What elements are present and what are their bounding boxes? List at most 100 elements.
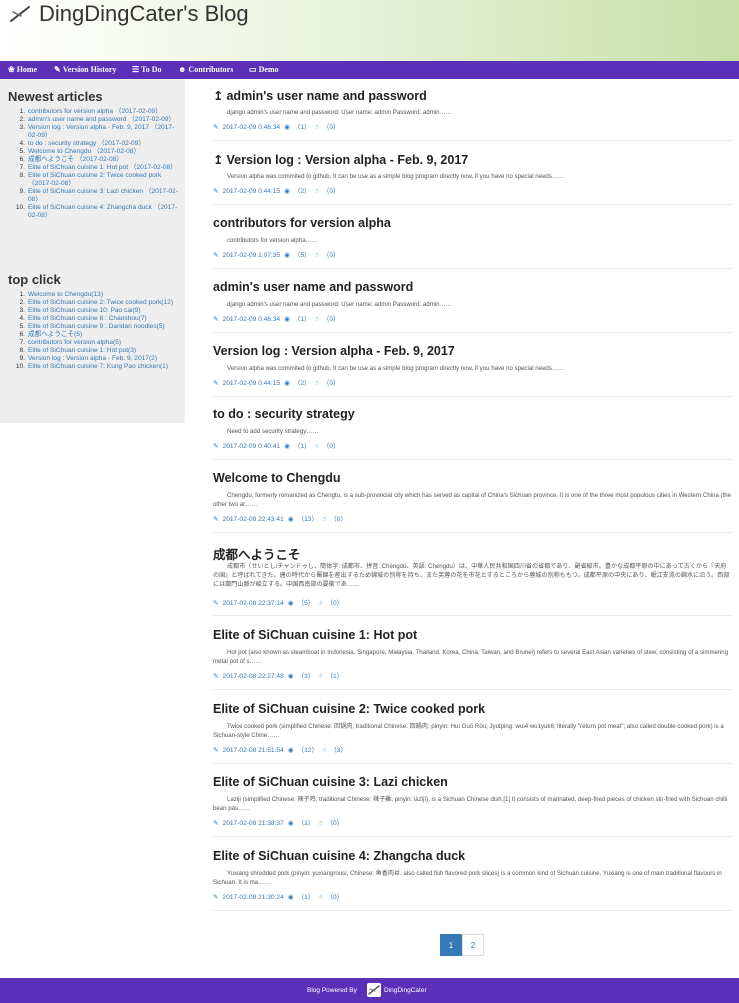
article-title[interactable]: to do : security strategy	[213, 407, 355, 421]
edit-icon: ✎	[213, 124, 219, 131]
article-title[interactable]: admin's user name and password	[213, 280, 413, 294]
edit-icon: ✎	[213, 443, 219, 450]
list-item[interactable]: 5. Elite of SiChuan cuisine 9 : Dandan no…	[8, 323, 180, 331]
article-item: ↥ admin's user name and password django ad…	[213, 88, 732, 141]
views-icon: ◉	[284, 188, 290, 195]
article-views: （5）	[293, 252, 311, 259]
article-views: （1）	[297, 820, 315, 827]
like-icon[interactable]: ☝	[315, 443, 319, 450]
article-meta: ✎ 2017-02-08 21:51:54 ◉ （12） ☝ （3）	[213, 744, 351, 754]
article-summary: Version alpha was commited to github. It…	[227, 173, 565, 180]
like-icon[interactable]: ☝	[318, 673, 322, 680]
article-date: 2017-02-09 0:44:15	[222, 380, 281, 387]
list-item[interactable]: 9. Elite of SiChuan cuisine 3: Lazi chick…	[8, 188, 180, 204]
nav-contributors[interactable]: ☻ Contributors	[178, 61, 233, 79]
article-views: （1）	[297, 894, 315, 901]
list-item[interactable]: 10. Elite of SiChuan cuisine 4: Zhangcha …	[8, 204, 180, 220]
views-icon: ◉	[284, 252, 290, 259]
list-item[interactable]: 6. 成都へようこそ(5)	[8, 331, 180, 339]
newest-articles-heading: Newest articles	[8, 89, 103, 104]
article-title[interactable]: contributors for version alpha	[213, 216, 391, 230]
article-meta: ✎ 2017-02-09 0:44:15 ◉ （2） ☝ （0）	[213, 185, 344, 195]
like-icon[interactable]: ☝	[315, 124, 319, 131]
like-icon[interactable]: ☝	[318, 894, 322, 901]
list-item[interactable]: 5. Welcome to Chengdu （2017-02-08）	[8, 148, 180, 156]
list-item[interactable]: 7. contributors for version alpha(5)	[8, 339, 180, 347]
list-item[interactable]: 8. Elite of SiChuan cuisine 1: Hot pot(3)	[8, 347, 180, 355]
list-item[interactable]: 1. Welcome to Chengdu(13)	[8, 291, 180, 299]
article-item: ↥ Version log : Version alpha - Feb. 9, 2…	[213, 152, 732, 205]
list-item[interactable]: 4. to do : security strategy （2017-02-09）	[8, 140, 180, 148]
like-icon[interactable]: ☝	[322, 747, 326, 754]
article-date: 2017-02-08 21:38:37	[222, 820, 284, 827]
site-header: DingDingCater's Blog	[0, 0, 739, 61]
site-title[interactable]: DingDingCater's Blog	[39, 1, 249, 27]
article-title[interactable]: Elite of SiChuan cuisine 2: Twice cooked…	[213, 702, 485, 716]
article-summary: django admin's user name and password: U…	[227, 301, 452, 308]
views-icon: ◉	[284, 124, 290, 131]
list-item[interactable]: 8. Elite of SiChuan cuisine 2: Twice cook…	[8, 172, 180, 188]
nav-home[interactable]: ❀ Home	[8, 61, 37, 79]
article-title[interactable]: ↥ admin's user name and password	[213, 88, 427, 103]
article-meta: ✎ 2017-02-09 0:46:34 ◉ （1） ☝ （0）	[213, 121, 344, 131]
like-icon[interactable]: ☝	[322, 516, 326, 523]
edit-icon: ✎	[213, 600, 219, 607]
article-likes: （0）	[330, 516, 347, 523]
article-summary: Version alpha was commited to github. It…	[227, 365, 565, 372]
views-icon: ◉	[284, 316, 290, 323]
list-item[interactable]: 4. Elite of SiChuan cuisine 8 : Chaoshou(…	[8, 315, 180, 323]
like-icon[interactable]: ☝	[318, 820, 322, 827]
article-item: Elite of SiChuan cuisine 2: Twice cooked…	[213, 702, 732, 764]
article-date: 2017-02-08 21:30:24	[222, 894, 284, 901]
views-icon: ◉	[287, 894, 294, 901]
top-click-list: 1. Welcome to Chengdu(13) 2. Elite of SiCh…	[8, 291, 180, 371]
article-item: Welcome to Chengdu Chengdu, formerly roma…	[213, 471, 732, 533]
footer-brand[interactable]: DingDingCater	[384, 978, 427, 1003]
article-title[interactable]: ↥ Version log : Version alpha - Feb. 9, 2…	[213, 152, 468, 167]
list-item[interactable]: 10. Elite of SiChuan cuisine 7: Kung Pao …	[8, 363, 180, 371]
list-item[interactable]: 3. Elite of SiChuan cuisine 10: Pao cai(9…	[8, 307, 180, 315]
page-2-button[interactable]: 2	[462, 934, 484, 956]
article-summary: 成都市（せいとし/チャンドゥし、簡体字: 成都市、拼音: Chéngdū、英語:…	[213, 563, 730, 588]
nav-version-history[interactable]: ✎ Version History	[54, 61, 116, 79]
list-item[interactable]: 2. admin's user name and password （2017-0…	[8, 116, 180, 124]
like-icon[interactable]: ☝	[315, 252, 319, 259]
article-title[interactable]: Welcome to Chengdu	[213, 471, 341, 485]
article-likes: （1）	[326, 673, 344, 680]
article-item: to do : security strategy Need to add sec…	[213, 407, 732, 460]
article-title[interactable]: Elite of SiChuan cuisine 3: Lazi chicken	[213, 775, 448, 789]
list-item[interactable]: 3. Version log : Version alpha - Feb. 9, …	[8, 124, 180, 140]
article-title[interactable]: 成都へようこそ	[213, 544, 301, 563]
article-date: 2017-02-08 22:43:41	[222, 516, 284, 523]
article-title[interactable]: Elite of SiChuan cuisine 1: Hot pot	[213, 628, 417, 642]
nav-to-do[interactable]: ☰ To Do	[132, 61, 162, 79]
article-date: 2017-02-08 21:51:54	[222, 747, 284, 754]
article-likes: （0）	[322, 316, 340, 323]
nav-demo[interactable]: ▭ Demo	[249, 61, 279, 79]
logo-icon[interactable]	[7, 2, 33, 26]
page-1-button[interactable]: 1	[440, 934, 462, 956]
like-icon[interactable]: ☝	[318, 600, 322, 607]
like-icon[interactable]: ☝	[315, 188, 319, 195]
article-title[interactable]: Elite of SiChuan cuisine 4: Zhangcha duc…	[213, 849, 465, 863]
views-icon: ◉	[287, 600, 294, 607]
list-item[interactable]: 1. contributors for version alpha （2017-0…	[8, 108, 180, 116]
edit-icon: ✎	[213, 516, 219, 523]
article-meta: ✎ 2017-02-09 1:07:35 ◉ （5） ☝ （0）	[213, 249, 344, 259]
like-icon[interactable]: ☝	[315, 316, 319, 323]
article-likes: （3）	[330, 747, 347, 754]
edit-icon: ✎	[213, 188, 219, 195]
article-date: 2017-02-09 0:40:41	[222, 443, 281, 450]
top-click-heading: top click	[8, 272, 61, 287]
like-icon[interactable]: ☝	[315, 380, 319, 387]
list-item[interactable]: 7. Elite of SiChuan cuisine 1: Hot pot （2…	[8, 164, 180, 172]
list-item[interactable]: 9. Version log : Version alpha - Feb. 9, …	[8, 355, 180, 363]
article-summary: contributors for version alpha……	[227, 237, 318, 244]
article-summary: Chengdu, formerly romanized as Chengtu, …	[213, 492, 732, 508]
list-item[interactable]: 6. 成都へようこそ （2017-02-08）	[8, 156, 180, 164]
pagination: 1 2	[440, 934, 484, 956]
article-views: （3）	[297, 673, 315, 680]
article-title[interactable]: Version log : Version alpha - Feb. 9, 20…	[213, 344, 455, 358]
article-date: 2017-02-09 1:07:35	[222, 252, 281, 259]
list-item[interactable]: 2. Elite of SiChuan cuisine 2: Twice cook…	[8, 299, 180, 307]
